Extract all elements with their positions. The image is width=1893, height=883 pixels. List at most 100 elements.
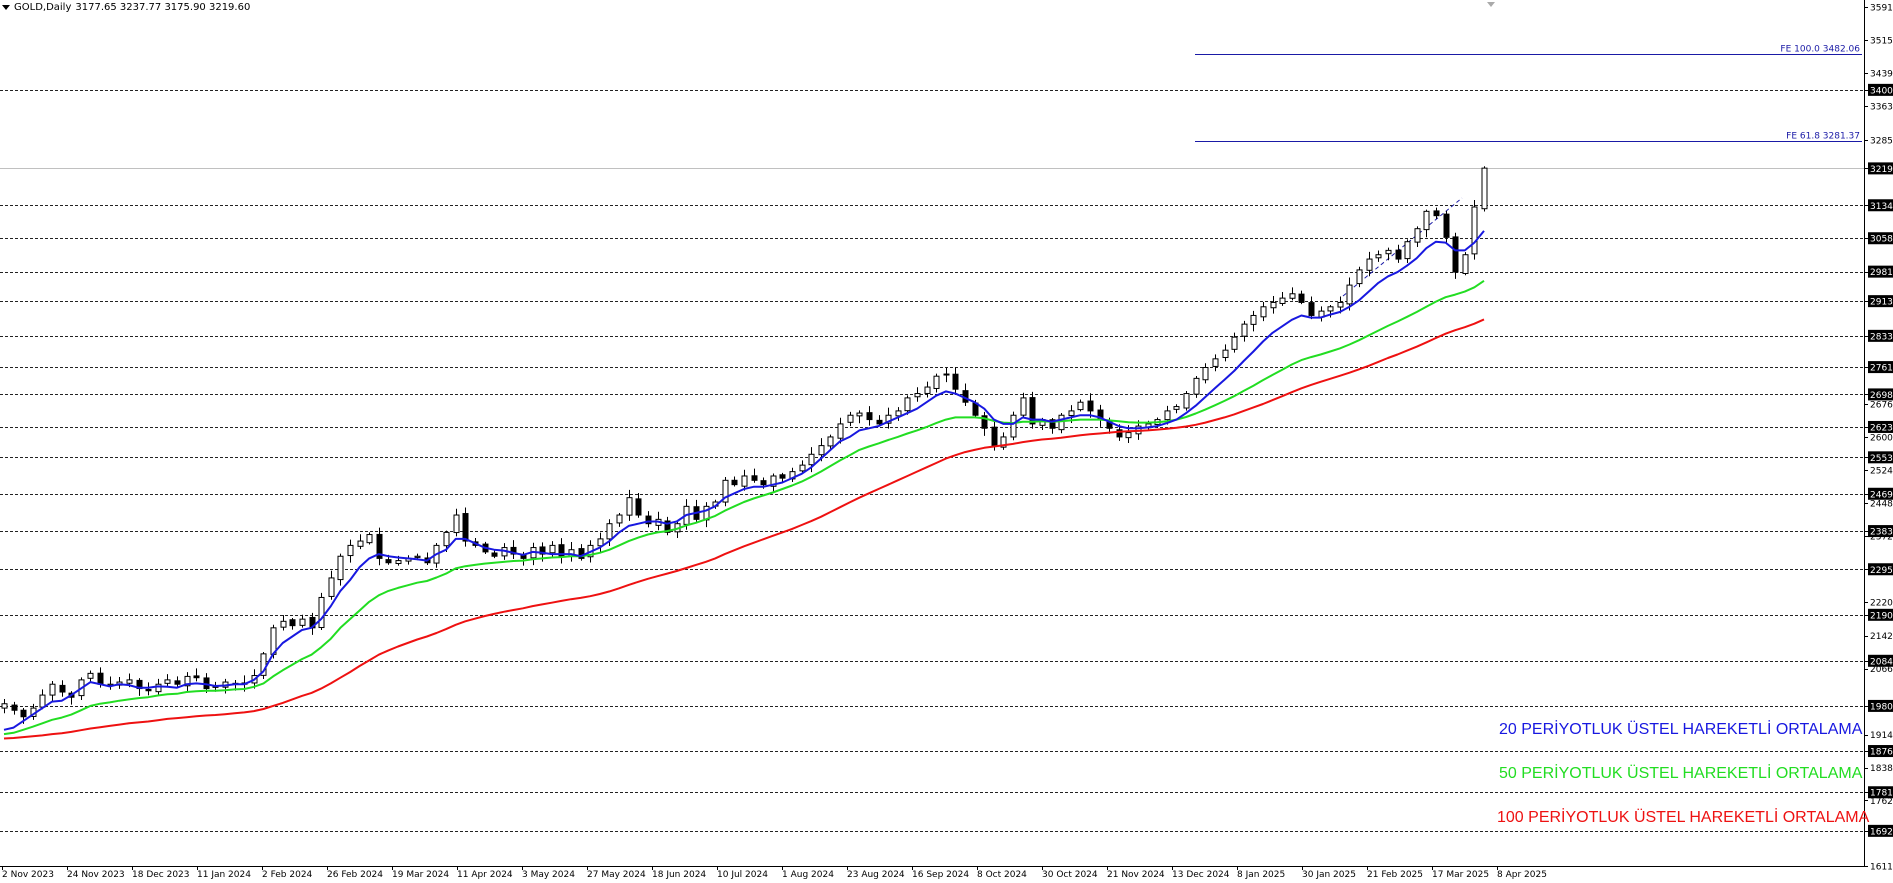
x-tick-label: 21 Feb 2025	[1367, 870, 1423, 880]
candle-body	[1193, 377, 1200, 395]
y-tick-label: 2553	[1870, 454, 1893, 464]
candle-body	[328, 577, 335, 597]
y-tick-label: 2913	[1870, 298, 1893, 308]
candle-body	[39, 694, 46, 708]
candle-body	[549, 544, 556, 554]
candle-body	[59, 684, 66, 693]
axes: 1611169217621781183818761914198020662084…	[0, 0, 1893, 880]
candle-body	[443, 531, 450, 547]
x-tick-label: 26 Feb 2024	[327, 870, 383, 880]
candle-body	[1346, 284, 1353, 305]
y-tick-label: 3219	[1870, 165, 1893, 175]
candle-body	[1, 703, 8, 709]
x-tick-label: 19 Mar 2024	[392, 870, 449, 880]
candle-body	[1337, 301, 1344, 308]
candle-body	[11, 704, 18, 711]
y-tick-label: 3439	[1870, 69, 1893, 79]
candle-body	[1212, 358, 1219, 367]
candle-body	[1462, 254, 1469, 274]
candle-body	[1481, 167, 1488, 210]
candle-body	[1164, 410, 1171, 421]
x-tick-label: 17 Mar 2025	[1432, 870, 1489, 880]
x-tick-label: 1 Aug 2024	[782, 870, 834, 880]
shift-marker-icon[interactable]	[1487, 2, 1495, 7]
candle-body	[347, 544, 354, 557]
candle-body	[366, 534, 373, 544]
candle-body	[635, 498, 642, 516]
x-tick-label: 13 Dec 2024	[1172, 870, 1230, 880]
candle-body	[779, 474, 786, 479]
candle-body	[760, 480, 767, 486]
candle-body	[1423, 210, 1430, 231]
candle-body	[626, 497, 633, 516]
candle-body	[1327, 306, 1334, 312]
candle-body	[97, 672, 104, 685]
x-tick-label: 18 Jun 2024	[652, 870, 706, 880]
x-tick-label: 16 Sep 2024	[912, 870, 969, 880]
y-tick-label: 3591	[1870, 4, 1893, 14]
y-tick-label: 2190	[1870, 611, 1893, 621]
candle-body	[164, 679, 171, 684]
legend-ema-20: 20 PERİYOTLUK ÜSTEL HAREKETLİ ORTALAMA	[1499, 721, 1863, 738]
candle-body	[385, 559, 392, 564]
y-tick-label: 2698	[1870, 391, 1893, 401]
candle-body	[847, 414, 854, 423]
candle-body	[799, 464, 806, 472]
price-chart[interactable]: FE 100.0 3482.06 FE 61.8 3281.37 1611 1692…	[0, 0, 1893, 883]
candle-body	[357, 540, 364, 547]
legend-ema-100: 100 PERİYOTLUK ÜSTEL HAREKETLİ ORTALAMA	[1497, 809, 1870, 826]
y-tick-label: 3058	[1870, 235, 1893, 245]
x-tick-label: 11 Apr 2024	[457, 870, 513, 880]
candle-body	[337, 555, 344, 581]
candle-body	[1443, 213, 1450, 238]
x-tick-label: 30 Oct 2024	[1042, 870, 1098, 880]
y-tick-label: 1692	[1870, 827, 1893, 837]
candle-body	[1231, 336, 1238, 350]
x-tick-label: 8 Apr 2025	[1497, 870, 1547, 880]
y-tick-label: 2761	[1870, 364, 1893, 374]
candle-body	[1125, 432, 1132, 439]
candle-body	[1279, 297, 1286, 304]
candle-body	[751, 475, 758, 481]
x-tick-label: 2 Feb 2024	[262, 870, 313, 880]
y-tick-label: 2084	[1870, 657, 1893, 667]
candle-body	[606, 523, 613, 540]
candle-body	[1020, 397, 1027, 416]
candle-body	[1395, 249, 1402, 260]
candle-body	[1298, 293, 1305, 303]
candle-body	[462, 513, 469, 542]
fib-level-label: FE 100.0 3482.06	[1780, 45, 1860, 55]
y-tick-label: 3515	[1870, 36, 1893, 46]
candle-body	[1202, 367, 1209, 381]
x-tick-label: 27 May 2024	[587, 870, 646, 880]
candle-body	[856, 412, 863, 417]
candle-body	[837, 423, 844, 439]
candle-body	[174, 680, 181, 685]
legend-ema-50: 50 PERİYOTLUK ÜSTEL HAREKETLİ ORTALAMA	[1499, 765, 1863, 782]
y-tick-label: 3363	[1870, 102, 1893, 112]
candle-body	[866, 412, 873, 421]
candle-body	[991, 426, 998, 447]
candle-body	[20, 709, 27, 718]
dropdown-triangle-icon[interactable]	[2, 5, 10, 10]
y-tick-label: 2295	[1870, 566, 1893, 576]
candle-body	[1308, 302, 1315, 316]
candle-body	[1270, 301, 1277, 309]
candle-body	[731, 479, 738, 486]
candlesticks	[1, 166, 1488, 724]
x-tick-label: 8 Jan 2025	[1237, 870, 1285, 880]
candle-body	[280, 620, 287, 628]
candle-body	[616, 514, 623, 524]
candle-body	[1222, 349, 1229, 358]
candle-body	[453, 514, 460, 534]
candle-body	[491, 552, 498, 557]
candle-body	[1375, 254, 1382, 259]
y-tick-label: 3134	[1870, 202, 1893, 212]
y-tick-label: 2220	[1870, 598, 1893, 608]
candle-body	[904, 397, 911, 412]
candle-body	[1289, 293, 1296, 299]
candle-body	[741, 475, 748, 487]
x-tick-label: 18 Dec 2023	[132, 870, 190, 880]
y-tick-label: 2623	[1870, 423, 1893, 433]
candle-body	[289, 619, 296, 627]
